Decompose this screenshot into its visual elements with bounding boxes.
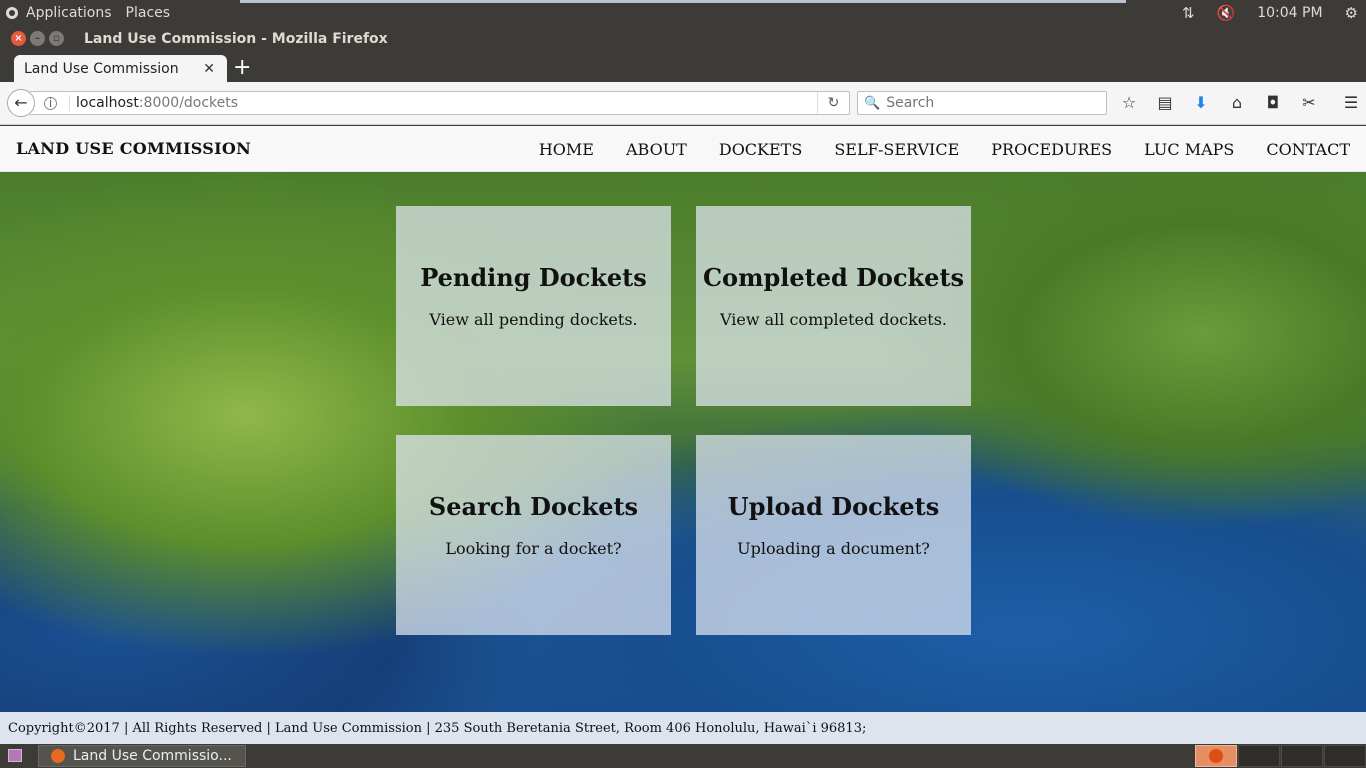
network-icon[interactable]: ⇅ [1182, 4, 1195, 22]
site-brand[interactable]: LAND USE COMMISSION [16, 139, 251, 158]
reading-list-icon[interactable]: ▤ [1154, 91, 1176, 115]
card-title: Pending Dockets [420, 263, 647, 292]
card-pending-dockets[interactable]: Pending Dockets View all pending dockets… [396, 206, 671, 406]
card-completed-dockets[interactable]: Completed Dockets View all completed doc… [696, 206, 971, 406]
maximize-window-button[interactable]: ▫ [49, 31, 64, 46]
back-button[interactable]: ← [7, 89, 35, 117]
nav-procedures[interactable]: PROCEDURES [991, 140, 1112, 159]
firefox-icon [1209, 749, 1223, 763]
panel-strip [240, 0, 1126, 3]
tab-strip: Land Use Commission ✕ + [0, 52, 1366, 82]
hamburger-menu-icon[interactable]: ☰ [1340, 91, 1362, 115]
workspace-4[interactable] [1324, 745, 1366, 767]
show-desktop-icon[interactable] [8, 749, 22, 762]
card-description: View all pending dockets. [429, 310, 638, 329]
search-icon: 🔍 [864, 95, 881, 111]
workspace-3[interactable] [1281, 745, 1323, 767]
web-page: LAND USE COMMISSION HOME ABOUT DOCKETS S… [0, 126, 1366, 744]
nav-dockets[interactable]: DOCKETS [719, 140, 802, 159]
search-input[interactable] [886, 95, 1087, 111]
minimize-window-button[interactable]: – [30, 31, 45, 46]
site-nav: HOME ABOUT DOCKETS SELF-SERVICE PROCEDUR… [539, 126, 1350, 172]
nav-home[interactable]: HOME [539, 140, 594, 159]
window-titlebar: × – ▫ Land Use Commission - Mozilla Fire… [0, 25, 1366, 52]
home-icon[interactable]: ⌂ [1226, 91, 1248, 115]
os-taskbar: Land Use Commissio... [0, 744, 1366, 768]
bookmark-star-icon[interactable]: ☆ [1118, 91, 1140, 115]
nav-about[interactable]: ABOUT [626, 140, 687, 159]
firefox-icon [51, 749, 65, 763]
workspace-2[interactable] [1238, 745, 1280, 767]
clock[interactable]: 10:04 PM [1257, 5, 1322, 21]
hero-background-image [0, 172, 1366, 712]
card-title: Upload Dockets [727, 492, 940, 521]
url-path: :8000/dockets [138, 95, 239, 111]
applications-menu[interactable]: Applications [26, 5, 112, 21]
window-title: Land Use Commission - Mozilla Firefox [84, 30, 388, 47]
url-text[interactable]: localhost:8000/dockets [69, 95, 238, 111]
url-host: localhost [76, 95, 139, 111]
taskbar-firefox-window[interactable]: Land Use Commissio... [38, 745, 246, 767]
places-menu[interactable]: Places [126, 5, 171, 21]
downloads-icon[interactable]: ⬇ [1190, 91, 1212, 115]
browser-navbar: i localhost:8000/dockets ↻ ← 🔍 ☆ ▤ ⬇ ⌂ ◘… [0, 82, 1366, 125]
card-description: Looking for a docket? [445, 539, 622, 558]
search-bar[interactable]: 🔍 [857, 91, 1107, 115]
card-title: Search Dockets [428, 492, 639, 521]
url-bar[interactable]: i localhost:8000/dockets ↻ [30, 91, 850, 115]
close-window-button[interactable]: × [11, 31, 26, 46]
site-header: LAND USE COMMISSION HOME ABOUT DOCKETS S… [0, 126, 1366, 172]
new-tab-button[interactable]: + [233, 56, 251, 80]
pocket-icon[interactable]: ◘ [1262, 91, 1284, 115]
tab-close-icon[interactable]: ✕ [203, 61, 215, 77]
settings-gear-icon[interactable]: ⚙ [1345, 4, 1358, 22]
screenshot-icon[interactable]: ✂ [1298, 91, 1320, 115]
volume-muted-icon[interactable]: 🔇 [1217, 4, 1236, 22]
card-search-dockets[interactable]: Search Dockets Looking for a docket? [396, 435, 671, 635]
card-title: Completed Dockets [702, 263, 965, 292]
nav-self-service[interactable]: SELF-SERVICE [834, 140, 959, 159]
card-description: View all completed dockets. [719, 310, 948, 329]
site-footer: Copyright©2017 | All Rights Reserved | L… [0, 712, 1366, 744]
card-upload-dockets[interactable]: Upload Dockets Uploading a document? [696, 435, 971, 635]
ubuntu-logo-icon [6, 6, 18, 19]
tab-label: Land Use Commission [24, 60, 179, 77]
site-info-icon[interactable]: i [44, 96, 57, 110]
workspace-1[interactable] [1195, 745, 1237, 767]
card-description: Uploading a document? [737, 539, 930, 558]
task-label: Land Use Commissio... [73, 748, 232, 764]
nav-luc-maps[interactable]: LUC MAPS [1144, 140, 1234, 159]
os-top-panel: Applications Places ⇅ 🔇 10:04 PM ⚙ [0, 0, 1366, 25]
nav-contact[interactable]: CONTACT [1266, 140, 1350, 159]
reload-icon[interactable]: ↻ [817, 92, 849, 114]
tab-land-use-commission[interactable]: Land Use Commission ✕ [14, 55, 227, 82]
